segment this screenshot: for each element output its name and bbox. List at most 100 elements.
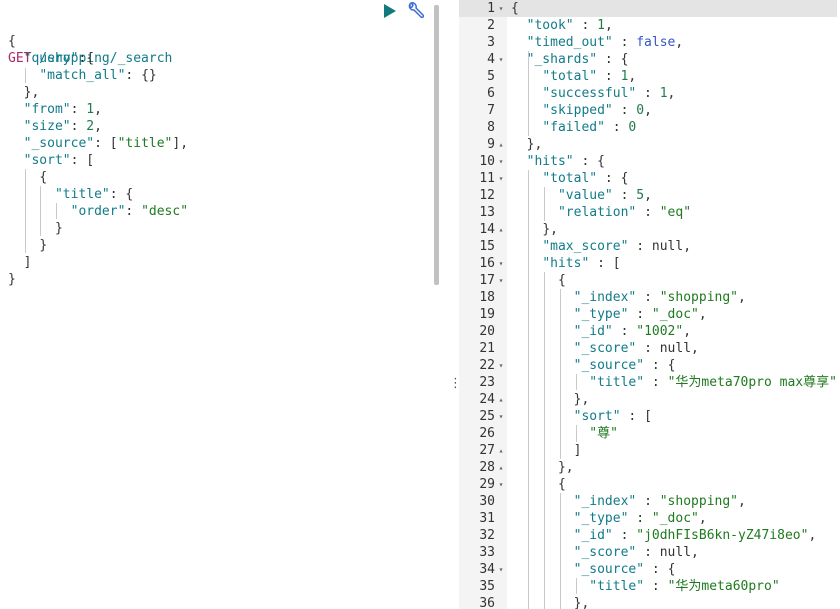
response-line[interactable]: 33 "_score" : null, [459,544,837,561]
response-line[interactable]: 15 "max_score" : null, [459,238,837,255]
indent-guide [528,170,529,609]
response-line[interactable]: 28 ▴ }, [459,459,837,476]
fold-toggle-icon[interactable]: ▾ [495,153,507,170]
fold-gutter [495,306,507,323]
response-line[interactable]: 23 "title" : "华为meta70pro max尊享" [459,374,837,391]
line-number: 13 [479,205,495,220]
fold-gutter [495,187,507,204]
fold-gutter [495,68,507,85]
fold-toggle-icon[interactable]: ▾ [495,476,507,493]
request-body-line[interactable]: "order": "desc" [8,203,188,220]
response-line[interactable]: 19 "_type" : "_doc", [459,306,837,323]
line-number: 23 [479,375,495,390]
response-line[interactable]: 31 "_type" : "_doc", [459,510,837,527]
response-line[interactable]: 26 "尊" [459,425,837,442]
response-line[interactable]: 5 "total" : 1, [459,68,837,85]
line-number: 2 [487,18,495,33]
response-line[interactable]: 11 ▾ "total" : { [459,170,837,187]
response-line[interactable]: 1 ▾ { [459,0,837,17]
play-icon[interactable] [380,1,400,21]
response-code: { [557,273,566,288]
response-viewer[interactable]: 1 ▾{2 "took" : 1, 3 "timed_out" : false, 4 ▾… [459,0,837,609]
response-line[interactable]: 35 "title" : "华为meta60pro" [459,578,837,595]
request-body-line[interactable]: "query":{ [8,50,188,67]
response-code: }, [526,137,543,152]
response-code: }, [573,596,590,609]
fold-end-icon: ▴ [498,395,504,404]
response-line[interactable]: 10 ▾ "hits" : { [459,153,837,170]
fold-toggle-icon[interactable]: ▾ [495,255,507,272]
response-code: "_source" : { [573,562,676,577]
request-body-line[interactable]: ] [8,254,188,271]
response-line[interactable]: 27 ▴ ] [459,442,837,459]
fold-end-icon: ▴ [498,463,504,472]
fold-toggle-icon[interactable]: ▾ [495,408,507,425]
fold-gutter [495,17,507,34]
response-line[interactable]: 12 "value" : 5, [459,187,837,204]
response-line[interactable]: 32 "_id" : "j0dhFIsB6kn-yZ47i8eo", [459,527,837,544]
response-code: "timed_out" : false, [526,35,684,50]
response-line[interactable]: 2 "took" : 1, [459,17,837,34]
request-scrollbar[interactable] [434,5,439,285]
line-number: 26 [479,426,495,441]
response-code: "relation" : "eq" [557,205,692,220]
response-line[interactable]: 14 ▴ }, [459,221,837,238]
request-body-line[interactable]: { [8,33,188,50]
indent-guide [25,169,26,253]
request-body-line[interactable]: { [8,169,188,186]
line-number: 19 [479,307,495,322]
response-line[interactable]: 7 "skipped" : 0, [459,102,837,119]
line-number: 33 [479,545,495,560]
response-line[interactable]: 16 ▾ "hits" : [ [459,255,837,272]
request-body-line[interactable]: } [8,220,188,237]
request-body-line[interactable]: } [8,237,188,254]
request-body-line[interactable]: } [8,271,188,288]
response-line[interactable]: 18 "_index" : "shopping", [459,289,837,306]
response-line[interactable]: 4 ▾ "_shards" : { [459,51,837,68]
fold-toggle-icon[interactable]: ▾ [495,561,507,578]
fold-toggle-icon[interactable]: ▾ [495,0,507,17]
request-body-line[interactable]: }, [8,84,188,101]
request-editor-pane[interactable]: GET /shopping/_search { "query":{ "match… [0,0,440,609]
request-body-line[interactable]: "_source": ["title"], [8,135,188,152]
fold-toggle-icon[interactable]: ▾ [495,357,507,374]
response-line[interactable]: 25 ▾ "sort" : [ [459,408,837,425]
request-body-line[interactable]: "sort": [ [8,152,188,169]
fold-toggle-icon[interactable]: ▾ [495,51,507,68]
response-line[interactable]: 29 ▾ { [459,476,837,493]
response-code: }, [573,392,590,407]
response-line[interactable]: 8 "failed" : 0 [459,119,837,136]
response-pane[interactable]: 1 ▾{2 "took" : 1, 3 "timed_out" : false, 4 ▾… [459,0,840,609]
response-line[interactable]: 34 ▾ "_source" : { [459,561,837,578]
response-line[interactable]: 21 "_score" : null, [459,340,837,357]
response-code: "_id" : "j0dhFIsB6kn-yZ47i8eo", [573,528,817,543]
response-line[interactable]: 6 "successful" : 1, [459,85,837,102]
pane-resizer[interactable]: ⋮ [443,0,462,609]
request-body-line[interactable]: "from": 1, [8,101,188,118]
line-number: 14 [479,222,495,237]
line-number: 11 [479,171,495,186]
fold-gutter [495,289,507,306]
response-line[interactable]: 20 "_id" : "1002", [459,323,837,340]
response-line[interactable]: 3 "timed_out" : false, [459,34,837,51]
fold-toggle-icon[interactable]: ▾ [495,272,507,289]
line-number: 17 [479,273,495,288]
response-line[interactable]: 30 "_index" : "shopping", [459,493,837,510]
request-body[interactable]: { "query":{ "match_all": {} }, "from": 1… [8,33,188,288]
response-line[interactable]: 17 ▾ { [459,272,837,289]
wrench-icon[interactable] [404,1,426,21]
line-number: 22 [479,358,495,373]
request-body-line[interactable]: "title": { [8,186,188,203]
response-line[interactable]: 22 ▾ "_source" : { [459,357,837,374]
line-number: 18 [479,290,495,305]
response-line[interactable]: 9 ▴ }, [459,136,837,153]
request-body-line[interactable]: "match_all": {} [8,67,188,84]
fold-toggle-icon[interactable]: ▾ [495,170,507,187]
fold-end-icon: ▴ [498,446,504,455]
response-line[interactable]: 13 "relation" : "eq" [459,204,837,221]
response-line[interactable]: 36 }, [459,595,837,609]
line-number: 28 [479,460,495,475]
response-line[interactable]: 24 ▴ }, [459,391,837,408]
line-number: 15 [479,239,495,254]
request-body-line[interactable]: "size": 2, [8,118,188,135]
